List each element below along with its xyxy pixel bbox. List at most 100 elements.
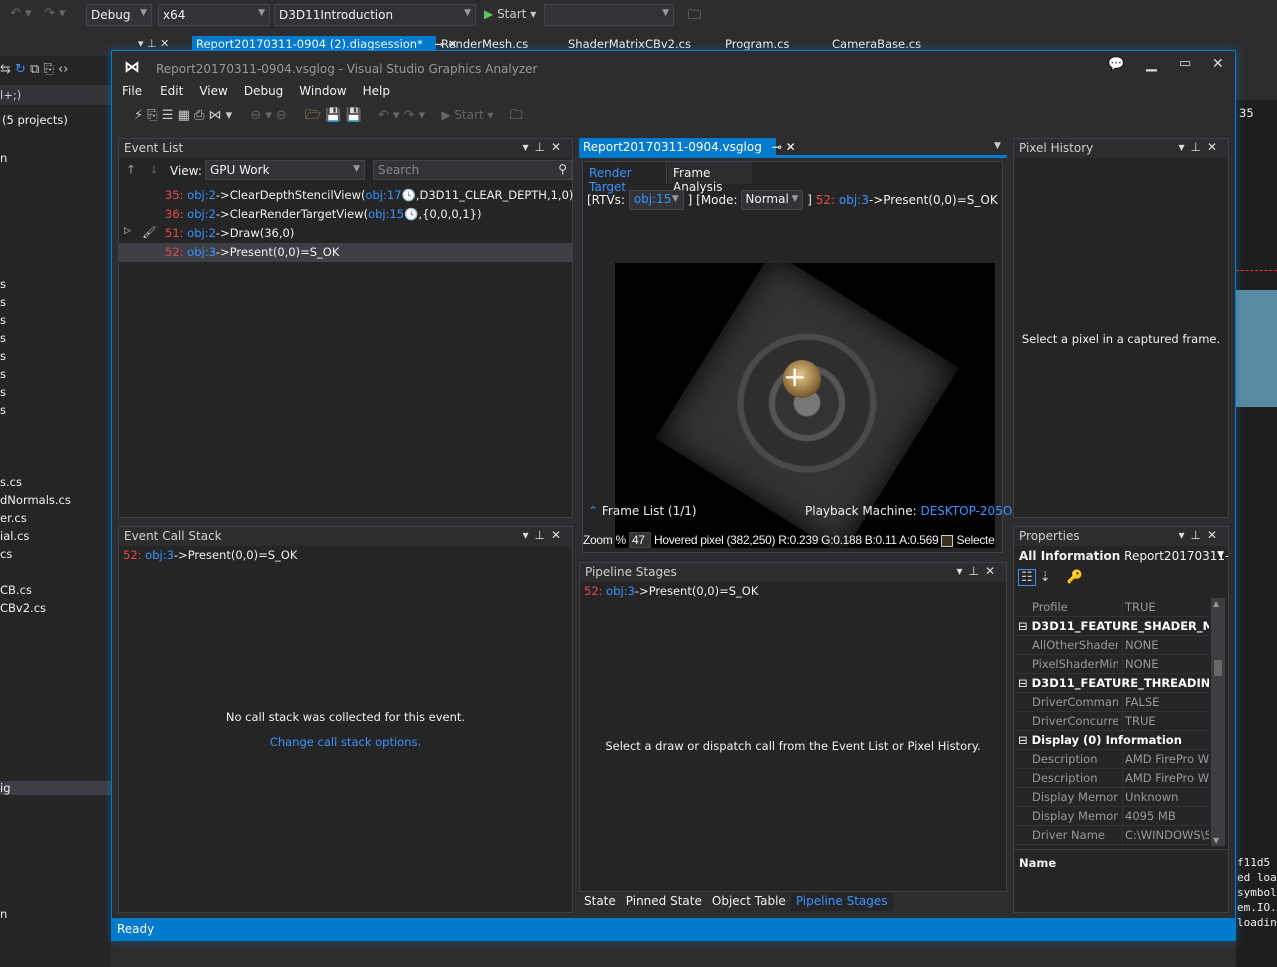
property-category[interactable]: ⊟ D3D11_FEATURE_THREADING [1014, 674, 1209, 693]
feedback-icon[interactable]: 💬 [1108, 57, 1124, 72]
menu-edit[interactable]: Edit [160, 84, 193, 102]
ide-tab[interactable]: ShaderMatrixCBv2.cs [568, 37, 691, 51]
property-row[interactable]: AllOtherShaderS NONE [1014, 636, 1209, 655]
panel-controls[interactable]: ▾⊥✕ [522, 528, 567, 542]
change-call-stack-options-link[interactable]: Change call stack options. [119, 735, 572, 749]
tree-item[interactable]: s [0, 367, 6, 381]
ide-tab[interactable]: CameraBase.cs [832, 37, 921, 51]
tree-item[interactable]: n [0, 151, 7, 165]
search-icon[interactable]: ⚲ [558, 162, 567, 176]
property-row[interactable]: Profile TRUE [1014, 598, 1209, 617]
property-scrollbar[interactable]: ▲ ▼ [1211, 598, 1225, 846]
maximize-button[interactable]: ▭ [1179, 56, 1191, 71]
object-selector[interactable]: All Information Report20170311-090▼ [1014, 546, 1228, 568]
tree-item[interactable]: CBv2.cs [0, 601, 46, 615]
property-row[interactable]: DriverConcurrentTRUE [1014, 712, 1209, 731]
panel-controls[interactable]: ▾⊥✕ [522, 140, 567, 154]
tree-item[interactable]: dNormals.cs [0, 493, 71, 507]
event-row[interactable]: ▷ 🖌 51: obj:2->Draw(36,0) [119, 224, 572, 243]
collapse-icon[interactable]: ⊟ [1018, 676, 1028, 690]
menu-help[interactable]: Help [363, 84, 400, 102]
open-icon[interactable]: 🗁 [305, 108, 321, 123]
toolbar-start-button[interactable]: ▶ Start ▾ [441, 108, 493, 122]
property-row[interactable]: Driver NameC:\WINDOWS\Sy [1014, 826, 1209, 845]
zoom-input[interactable]: 47 [628, 532, 651, 548]
tree-item[interactable]: s [0, 313, 6, 327]
nav-back-forward-icons[interactable]: ⊖ ▾ ⊖ [250, 108, 287, 123]
tree-item[interactable]: n [0, 907, 7, 921]
redo-icon[interactable]: ↷ ▾ [44, 6, 66, 21]
document-menu-icon[interactable]: ▼ [994, 141, 1001, 151]
rtv-dropdown[interactable]: obj:15 ▼ [628, 190, 684, 210]
event-search-input[interactable]: Search ⚲ [373, 160, 572, 180]
config-dropdown[interactable]: Debug ▼ [86, 4, 152, 26]
undo-redo-icons[interactable]: ↶ ▾ ↷ ▾ [378, 108, 425, 123]
tree-item[interactable]: ig [0, 781, 111, 795]
property-row[interactable]: DriverCommand FALSE [1014, 693, 1209, 712]
frame-list-toggle[interactable]: Frame List (1/1) [602, 504, 697, 518]
tree-item[interactable]: s.cs [0, 475, 22, 489]
tree-item[interactable]: s [0, 349, 6, 363]
tree-item[interactable]: CB.cs [0, 583, 32, 597]
platform-dropdown[interactable]: x64 ▼ [158, 4, 270, 26]
solution-toolbar-icons[interactable]: ⇆ ↻ ⧉ ⎘ ‹› [0, 62, 68, 77]
tab-state[interactable]: State [579, 893, 621, 911]
document-tab[interactable]: Report20170311-0904.vsglog ⊸ ✕ [579, 138, 796, 156]
collapse-icon[interactable]: ⊟ [1018, 733, 1028, 747]
tree-item[interactable]: s [0, 403, 6, 417]
tab-pinned-state[interactable]: Pinned State [621, 893, 707, 911]
find-icon[interactable]: 🗀 [510, 108, 523, 123]
menu-debug[interactable]: Debug [244, 84, 293, 102]
tree-item[interactable]: er.cs [0, 511, 27, 525]
property-row[interactable]: Description AMD FirePro W9 [1014, 750, 1209, 769]
tree-item[interactable]: s [0, 385, 6, 399]
solution-explorer-controls[interactable]: ▾ ⊥ ✕ [138, 37, 169, 50]
tab-render-target[interactable]: Render Target [583, 162, 667, 194]
debug-target-dropdown[interactable]: ▼ [544, 4, 674, 26]
property-category[interactable]: ⊟ Display (0) Information [1014, 731, 1209, 750]
solution-search[interactable]: l+;) [0, 85, 111, 105]
prev-event-icon[interactable]: 🡑 [128, 162, 134, 181]
event-row[interactable]: 35: obj:2->ClearDepthStencilView(obj:17🕓… [119, 186, 573, 205]
tree-item[interactable]: s [0, 277, 6, 291]
property-row[interactable]: PixelShaderMinP NONE [1014, 655, 1209, 674]
tab-object-table[interactable]: Object Table [707, 893, 791, 911]
property-category[interactable]: ⊟D3D11_FEATURE_SHADER_MIN_ [1014, 617, 1209, 636]
collapse-icon[interactable]: ⊟ [1018, 619, 1028, 633]
tab-frame-analysis[interactable]: Frame Analysis [668, 162, 752, 194]
tab-pipeline-stages[interactable]: Pipeline Stages [790, 893, 893, 911]
menu-file[interactable]: File [122, 84, 152, 102]
panel-controls[interactable]: ▾⊥✕ [956, 564, 1001, 578]
view-dropdown[interactable]: GPU Work ▼ [205, 160, 365, 180]
property-row[interactable]: Display Memory Unknown [1014, 788, 1209, 807]
property-row[interactable]: Display Memory 4095 MB [1014, 807, 1209, 826]
property-row[interactable]: Description AMD FirePro W9 [1014, 769, 1209, 788]
project-dropdown[interactable]: D3D11Introduction ▼ [274, 4, 476, 26]
tree-item[interactable]: s [0, 331, 6, 345]
start-button[interactable]: ▶ Start ▾ [484, 7, 536, 21]
panel-controls[interactable]: ▾⊥✕ [1178, 528, 1223, 542]
next-event-icon[interactable]: 🡓 [151, 162, 157, 181]
collapse-chevron-icon[interactable]: ⌃ [588, 504, 598, 518]
property-pages-icon[interactable]: 🔑 [1067, 570, 1083, 585]
tree-item[interactable]: s [0, 295, 6, 309]
close-button[interactable]: ✕ [1212, 56, 1224, 72]
expand-icon[interactable]: ▷ [124, 226, 131, 236]
event-row[interactable]: 52: obj:3->Present(0,0)=S_OK [119, 243, 572, 262]
tree-item[interactable]: cs [0, 547, 12, 561]
categorized-icon[interactable]: ☷ [1018, 569, 1036, 586]
minimize-button[interactable]: ▁ [1146, 56, 1157, 72]
save-icon[interactable]: 💾 💾 [325, 108, 362, 123]
tree-item[interactable]: ial.cs [0, 529, 29, 543]
alphabetical-icon[interactable]: ⇣ [1040, 570, 1051, 585]
find-in-files-icon[interactable]: 🗀 [688, 6, 701, 28]
undo-icon[interactable]: ↶ ▾ [10, 6, 32, 21]
toolbar-tool-icons[interactable]: ⚡ ⎘ ☰ ▦ ⎙ ⋈ ▾ [134, 108, 232, 123]
panel-controls[interactable]: ▾⊥✕ [1178, 140, 1223, 154]
mode-dropdown[interactable]: Normal ▼ [741, 190, 804, 210]
ide-tab[interactable]: Program.cs [725, 37, 790, 51]
menu-window[interactable]: Window [299, 84, 356, 102]
menu-view[interactable]: View [199, 84, 237, 102]
event-row[interactable]: 36: obj:2->ClearRenderTargetView(obj:15🕓… [119, 205, 572, 224]
ide-tab[interactable]: RenderMesh.cs [441, 37, 528, 51]
